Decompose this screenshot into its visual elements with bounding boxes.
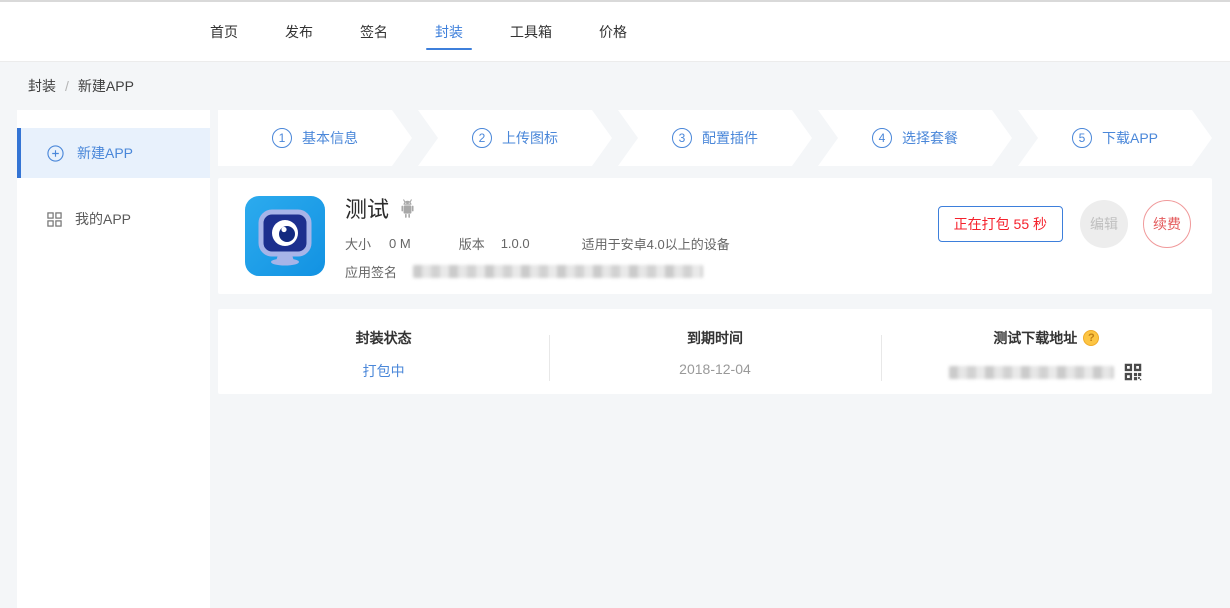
status-card: 封装状态 打包中 到期时间 2018-12-04 测试下载地址 ?: [218, 309, 1212, 394]
tab-toolbox[interactable]: 工具箱: [510, 2, 552, 61]
signature-label: 应用签名: [345, 262, 397, 281]
step-number-badge: 4: [872, 128, 892, 148]
step-label: 选择套餐: [902, 128, 958, 148]
grid-apps-icon: [47, 212, 62, 227]
breadcrumb-root[interactable]: 封装: [28, 76, 56, 96]
package-state-header: 封装状态: [356, 328, 412, 348]
download-url-redacted-value: [949, 366, 1114, 379]
package-state-value: 打包中: [218, 361, 549, 381]
coin-question-icon[interactable]: ?: [1083, 330, 1099, 346]
top-nav: 首页 发布 签名 封装 工具箱 价格: [0, 0, 1230, 62]
status-col-package-state: 封装状态 打包中: [218, 309, 549, 394]
sidebar-item-my-apps[interactable]: 我的APP: [17, 194, 210, 244]
app-card: 测试 大小 0 M 版本 1.0.0 适用于安卓4.0以上: [218, 178, 1212, 294]
app-title: 测试: [345, 192, 389, 224]
tab-home[interactable]: 首页: [210, 2, 238, 61]
tab-publish[interactable]: 发布: [285, 2, 313, 61]
tab-pricing[interactable]: 价格: [599, 2, 627, 61]
step-configure-plugins[interactable]: 3 配置插件: [618, 110, 812, 166]
step-choose-plan[interactable]: 4 选择套餐: [818, 110, 1012, 166]
step-basic-info[interactable]: 1 基本信息: [218, 110, 412, 166]
version-label: 版本: [459, 234, 485, 253]
expiry-value: 2018-12-04: [549, 361, 880, 377]
step-number-badge: 1: [272, 128, 292, 148]
compatibility-text: 适用于安卓4.0以上的设备: [582, 234, 730, 253]
step-label: 基本信息: [302, 128, 358, 148]
tab-package[interactable]: 封装: [435, 2, 463, 61]
download-url-header: 测试下载地址: [993, 328, 1077, 348]
edit-button[interactable]: 编辑: [1080, 200, 1128, 248]
sidebar-item-label: 新建APP: [77, 143, 133, 163]
step-label: 配置插件: [702, 128, 758, 148]
plus-circle-icon: [47, 145, 64, 162]
breadcrumb-separator: /: [65, 78, 69, 94]
expiry-header: 到期时间: [687, 328, 743, 348]
breadcrumb-current: 新建APP: [78, 76, 134, 96]
renew-button[interactable]: 续费: [1143, 200, 1191, 248]
status-col-download-url: 测试下载地址 ?: [881, 309, 1212, 394]
breadcrumb: 封装 / 新建APP: [0, 62, 134, 110]
step-number-badge: 3: [672, 128, 692, 148]
step-wizard: 1 基本信息 2 上传图标 3 配置插件 4 选择套餐 5 下载APP: [218, 110, 1212, 166]
status-col-expiry: 到期时间 2018-12-04: [549, 309, 880, 394]
step-number-badge: 2: [472, 128, 492, 148]
step-label: 下载APP: [1102, 128, 1158, 148]
qr-code-icon[interactable]: [1122, 361, 1144, 383]
android-icon: [398, 198, 417, 219]
step-download-app[interactable]: 5 下载APP: [1018, 110, 1212, 166]
app-info: 测试 大小 0 M 版本 1.0.0 适用于安卓4.0以上: [345, 192, 730, 281]
version-value: 1.0.0: [501, 236, 530, 251]
step-number-badge: 5: [1072, 128, 1092, 148]
signature-redacted-value: [413, 265, 703, 278]
app-icon: [245, 196, 325, 276]
sidebar-item-new-app[interactable]: 新建APP: [17, 128, 210, 178]
packing-status-button[interactable]: 正在打包 55 秒: [938, 206, 1063, 242]
step-label: 上传图标: [502, 128, 558, 148]
size-value: 0 M: [389, 236, 411, 251]
size-label: 大小: [345, 234, 371, 253]
tab-sign[interactable]: 签名: [360, 2, 388, 61]
step-upload-icon[interactable]: 2 上传图标: [418, 110, 612, 166]
sidebar: 新建APP 我的APP: [17, 110, 210, 608]
sidebar-item-label: 我的APP: [75, 209, 131, 229]
